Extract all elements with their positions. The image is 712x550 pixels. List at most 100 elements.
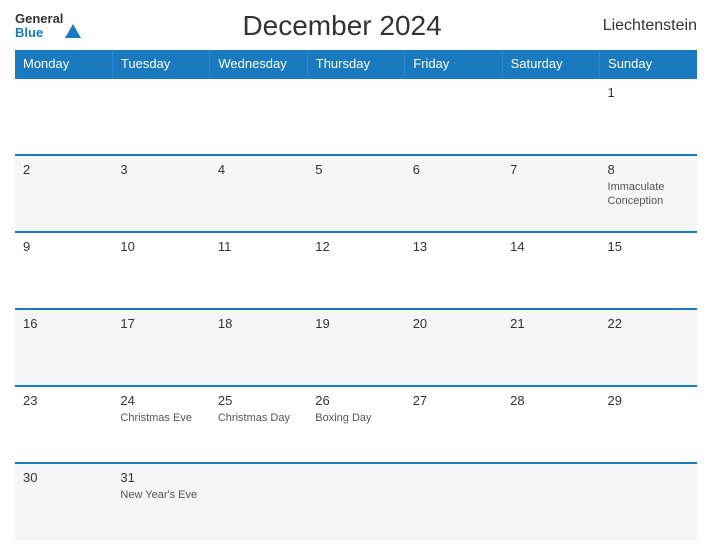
day-number: 1 xyxy=(608,85,689,100)
col-sunday: Sunday xyxy=(600,50,697,78)
calendar-day-cell: 4 xyxy=(210,155,307,232)
day-number: 30 xyxy=(23,470,104,485)
calendar-day-cell: 9 xyxy=(15,232,112,309)
day-number: 31 xyxy=(120,470,201,485)
logo-general-text: General xyxy=(15,12,63,26)
calendar-day-cell: 14 xyxy=(502,232,599,309)
col-saturday: Saturday xyxy=(502,50,599,78)
calendar-day-cell: 5 xyxy=(307,155,404,232)
day-number: 25 xyxy=(218,393,299,408)
calendar-day-cell: 7 xyxy=(502,155,599,232)
calendar-day-cell: 13 xyxy=(405,232,502,309)
calendar-day-cell xyxy=(15,78,112,155)
calendar-day-cell: 20 xyxy=(405,309,502,386)
calendar-day-cell xyxy=(600,463,697,540)
calendar-day-cell: 24 Christmas Eve xyxy=(112,386,209,463)
calendar-day-cell: 10 xyxy=(112,232,209,309)
calendar-week-row: 23 24 Christmas Eve 25 Christmas Day 26 Boxing… xyxy=(15,386,697,463)
day-number: 14 xyxy=(510,239,591,254)
calendar-week-row: 30 31 New Year's Eve xyxy=(15,463,697,540)
calendar-day-cell: 15 xyxy=(600,232,697,309)
calendar-day-cell: 11 xyxy=(210,232,307,309)
day-number: 5 xyxy=(315,162,396,177)
col-wednesday: Wednesday xyxy=(210,50,307,78)
logo-triangle-icon xyxy=(65,24,81,38)
day-number: 20 xyxy=(413,316,494,331)
holiday-label: Christmas Eve xyxy=(120,411,201,425)
day-number: 9 xyxy=(23,239,104,254)
day-number: 24 xyxy=(120,393,201,408)
day-number: 22 xyxy=(608,316,689,331)
holiday-label: New Year's Eve xyxy=(120,488,201,502)
calendar-week-row: 1 xyxy=(15,78,697,155)
logo-text: General Blue xyxy=(15,12,63,41)
day-number: 16 xyxy=(23,316,104,331)
calendar-day-cell: 26 Boxing Day xyxy=(307,386,404,463)
calendar-header: General Blue December 2024 Liechtenstein xyxy=(15,10,697,42)
logo-icon: General Blue xyxy=(15,12,81,41)
holiday-label: Boxing Day xyxy=(315,411,396,425)
calendar-week-row: 9 10 11 12 13 14 15 xyxy=(15,232,697,309)
day-number: 2 xyxy=(23,162,104,177)
calendar-week-row: 16 17 18 19 20 21 22 xyxy=(15,309,697,386)
calendar-day-cell: 31 New Year's Eve xyxy=(112,463,209,540)
calendar-day-cell: 1 xyxy=(600,78,697,155)
day-number: 29 xyxy=(608,393,689,408)
day-number: 28 xyxy=(510,393,591,408)
day-number: 7 xyxy=(510,162,591,177)
col-monday: Monday xyxy=(15,50,112,78)
country-label: Liechtenstein xyxy=(603,17,697,35)
calendar-day-cell xyxy=(405,463,502,540)
col-tuesday: Tuesday xyxy=(112,50,209,78)
calendar-day-cell: 23 xyxy=(15,386,112,463)
calendar-day-cell: 19 xyxy=(307,309,404,386)
day-number: 10 xyxy=(120,239,201,254)
calendar-header-row: Monday Tuesday Wednesday Thursday Friday… xyxy=(15,50,697,78)
day-number: 6 xyxy=(413,162,494,177)
logo-blue-text: Blue xyxy=(15,26,63,40)
calendar-day-cell: 2 xyxy=(15,155,112,232)
calendar-day-cell xyxy=(307,463,404,540)
calendar-day-cell: 6 xyxy=(405,155,502,232)
day-number: 15 xyxy=(608,239,689,254)
calendar-day-cell: 28 xyxy=(502,386,599,463)
calendar-day-cell: 18 xyxy=(210,309,307,386)
calendar-title: December 2024 xyxy=(242,10,441,42)
day-number: 27 xyxy=(413,393,494,408)
calendar-day-cell xyxy=(405,78,502,155)
day-number: 4 xyxy=(218,162,299,177)
day-number: 21 xyxy=(510,316,591,331)
calendar-day-cell xyxy=(210,463,307,540)
day-number: 3 xyxy=(120,162,201,177)
day-number: 18 xyxy=(218,316,299,331)
calendar-table: Monday Tuesday Wednesday Thursday Friday… xyxy=(15,50,697,540)
day-number: 17 xyxy=(120,316,201,331)
day-number: 19 xyxy=(315,316,396,331)
col-friday: Friday xyxy=(405,50,502,78)
calendar-day-cell: 25 Christmas Day xyxy=(210,386,307,463)
day-number: 12 xyxy=(315,239,396,254)
calendar-day-cell: 27 xyxy=(405,386,502,463)
calendar-day-cell: 3 xyxy=(112,155,209,232)
calendar-day-cell: 29 xyxy=(600,386,697,463)
calendar-day-cell: 30 xyxy=(15,463,112,540)
calendar-day-cell xyxy=(210,78,307,155)
calendar-day-cell xyxy=(502,463,599,540)
logo: General Blue xyxy=(15,12,81,41)
calendar-day-cell xyxy=(307,78,404,155)
calendar-day-cell: 22 xyxy=(600,309,697,386)
holiday-label: Immaculate Conception xyxy=(608,180,689,209)
calendar-day-cell: 8 Immaculate Conception xyxy=(600,155,697,232)
calendar-day-cell: 21 xyxy=(502,309,599,386)
calendar-week-row: 2 3 4 5 6 7 8 Immaculate Conception xyxy=(15,155,697,232)
day-number: 11 xyxy=(218,239,299,254)
calendar-day-cell xyxy=(112,78,209,155)
calendar-day-cell: 16 xyxy=(15,309,112,386)
calendar-day-cell xyxy=(502,78,599,155)
day-number: 23 xyxy=(23,393,104,408)
day-number: 26 xyxy=(315,393,396,408)
calendar-day-cell: 12 xyxy=(307,232,404,309)
day-number: 8 xyxy=(608,162,689,177)
calendar-day-cell: 17 xyxy=(112,309,209,386)
holiday-label: Christmas Day xyxy=(218,411,299,425)
